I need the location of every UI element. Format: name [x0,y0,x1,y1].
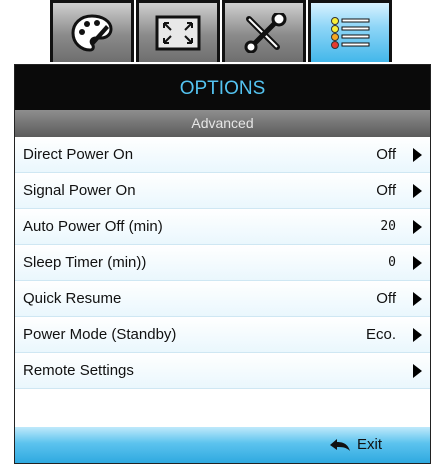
arrow-right-icon [413,256,422,270]
exit-button[interactable]: Exit [329,427,382,463]
menu-item-power-mode[interactable]: Power Mode (Standby) Eco. [15,317,430,353]
menu-item-signal-power-on[interactable]: Signal Power On Off [15,173,430,209]
menu-item-label: Sleep Timer (min)) [23,254,147,271]
menu-item-direct-power-on[interactable]: Direct Power On Off [15,137,430,173]
section-subtitle: Advanced [15,110,430,137]
tools-icon [244,12,287,53]
menu-item-label: Auto Power Off (min) [23,218,163,235]
menu-item-label: Remote Settings [23,362,134,379]
menu-item-value: Off [376,290,396,307]
menu-item-value: Off [376,146,396,163]
menu-item-value: Eco. [365,326,396,343]
menu-item-label: Direct Power On [23,146,134,163]
screen-expand-icon [155,15,201,50]
tab-image[interactable] [50,0,134,62]
menu-item-value: 0 [388,255,396,270]
tab-display[interactable] [136,0,220,62]
footer-bar: Exit [15,427,430,463]
tab-setup[interactable] [222,0,306,62]
menu-item-auto-power-off[interactable]: Auto Power Off (min) 20 [15,209,430,245]
arrow-right-icon [413,292,422,306]
arrow-right-icon [413,184,422,198]
menu-item-label: Quick Resume [23,290,122,307]
arrow-right-icon [413,328,422,342]
menu-tab-bar [50,0,394,66]
arrow-right-icon [413,148,422,162]
menu-item-value: Off [376,182,396,199]
menu-item-sleep-timer[interactable]: Sleep Timer (min)) 0 [15,245,430,281]
menu-item-remote-settings[interactable]: Remote Settings [15,353,430,389]
menu-item-value: 20 [380,219,396,234]
exit-label: Exit [356,436,382,453]
tab-options[interactable] [308,0,392,62]
page-title: OPTIONS [15,65,430,110]
palette-icon [71,13,113,52]
return-arrow-icon [329,439,350,451]
arrow-right-icon [413,364,422,378]
menu-item-quick-resume[interactable]: Quick Resume Off [15,281,430,317]
menu-item-label: Power Mode (Standby) [23,326,177,343]
list-icon [331,16,370,49]
arrow-right-icon [413,220,422,234]
menu-item-label: Signal Power On [23,182,136,199]
options-panel: OPTIONS Advanced Direct Power On Off Sig… [14,64,431,464]
